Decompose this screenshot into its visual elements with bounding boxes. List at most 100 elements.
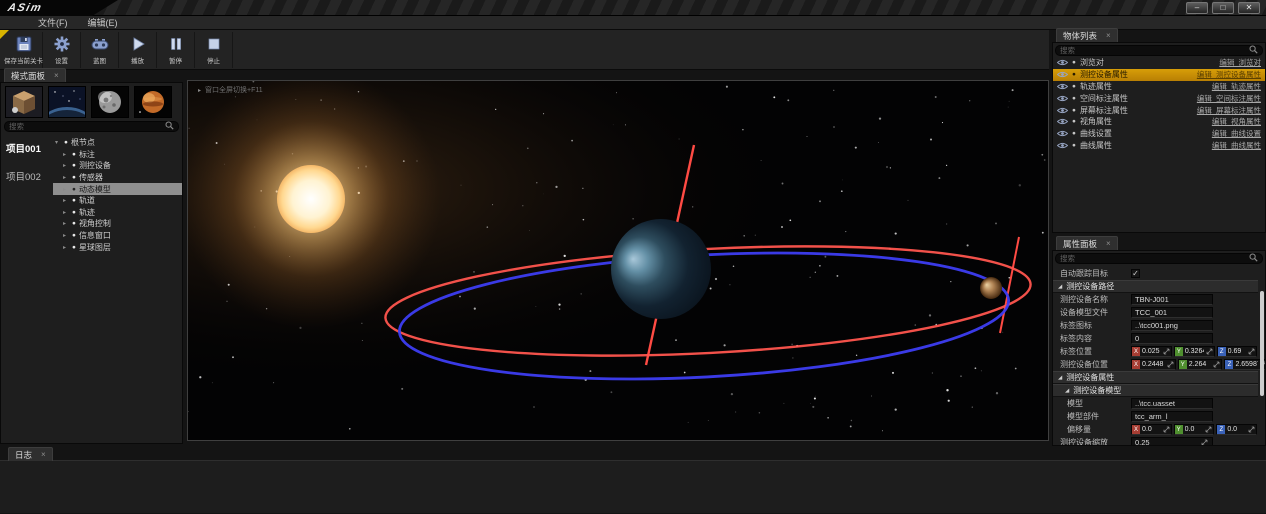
property-value-field[interactable]: ..\tcc.uasset (1131, 398, 1213, 409)
visibility-eye-icon[interactable] (1057, 118, 1068, 125)
object-edit-link[interactable]: 编辑_屏幕标注属性 (1197, 105, 1261, 116)
project-tab-0[interactable]: 项目001 (1, 138, 53, 166)
toolbar-button-label: 保存当前关卡 (4, 55, 43, 65)
play-icon (129, 33, 147, 55)
menu-edit[interactable]: 编辑(E) (88, 16, 118, 29)
project-tab-1[interactable]: 项目002 (1, 166, 53, 194)
object-row-2[interactable]: ●轨迹属性编辑_轨迹属性 (1053, 81, 1265, 93)
visibility-eye-icon[interactable] (1057, 59, 1068, 66)
tree-item-6[interactable]: ▸●视角控制 (53, 218, 182, 230)
property-section-9[interactable]: ◢测控设备模型 (1053, 384, 1258, 397)
tab-object-list[interactable]: 物体列表 × (1056, 28, 1118, 42)
toolbar-button-label: 播放 (131, 55, 144, 65)
menu-file[interactable]: 文件(F) (38, 16, 68, 29)
toolbar-button-pause[interactable]: 暂停 (157, 32, 195, 68)
properties-search-input[interactable]: 搜索 (1055, 253, 1263, 264)
tree-item-0[interactable]: ▸●标注 (53, 149, 182, 161)
object-row-4[interactable]: ●屏幕标注属性编辑_屏幕标注属性 (1053, 104, 1265, 116)
visibility-eye-icon[interactable] (1057, 142, 1068, 149)
vector-value: 2.264 (1189, 361, 1212, 368)
blueprint-gamepad-icon (90, 33, 110, 55)
object-row-6[interactable]: ●曲线设置编辑_曲线设置 (1053, 128, 1265, 140)
property-value-field[interactable]: 0.25 (1131, 437, 1213, 446)
vector-field-z[interactable]: Z0.0 (1216, 424, 1257, 435)
tree-item-8[interactable]: ▸●星球图层 (53, 241, 182, 253)
object-label: 轨迹属性 (1080, 81, 1208, 92)
object-row-0[interactable]: ●浏览对编辑_浏览对 (1053, 57, 1265, 69)
object-edit-link[interactable]: 编辑_轨迹属性 (1212, 81, 1261, 92)
tree-item-4[interactable]: ▸●轨道 (53, 195, 182, 207)
asteroid-thumbnail[interactable] (91, 86, 129, 118)
sky-thumbnail[interactable] (48, 86, 86, 118)
properties-tab-row: 属性面板 × (1056, 236, 1118, 250)
tab-mode-panel[interactable]: 模式面板 × (4, 68, 66, 82)
properties-scrollbar[interactable] (1260, 291, 1264, 396)
visibility-eye-icon[interactable] (1057, 71, 1068, 78)
box-thumbnail[interactable] (5, 86, 43, 118)
close-icon[interactable]: × (1106, 239, 1111, 248)
toolbar-button-stop[interactable]: 停止 (195, 32, 233, 68)
object-row-5[interactable]: ●视角属性编辑_视角属性 (1053, 116, 1265, 128)
settings-gear-icon (53, 33, 71, 55)
toolbar-button-play[interactable]: 播放 (119, 32, 157, 68)
tree-item-label: 传感器 (79, 172, 103, 183)
object-edit-link[interactable]: 编辑_视角属性 (1212, 116, 1261, 127)
object-label: 屏幕标注属性 (1080, 105, 1193, 116)
close-button[interactable]: ✕ (1238, 2, 1260, 14)
tree-item-7[interactable]: ▸●信息窗口 (53, 230, 182, 242)
checkbox[interactable]: ✓ (1131, 269, 1140, 278)
vector-field-y[interactable]: Y0.0 (1174, 424, 1215, 435)
object-edit-link[interactable]: 编辑_浏览对 (1219, 57, 1261, 68)
object-edit-link[interactable]: 编辑_测控设备属性 (1197, 69, 1261, 80)
object-edit-link[interactable]: 编辑_曲线属性 (1212, 140, 1261, 151)
property-label: 自动跟踪目标 (1053, 268, 1131, 279)
tab-log[interactable]: 日志 × (8, 447, 53, 461)
caret-collapsed-icon: ▸ (63, 151, 69, 158)
object-edit-link[interactable]: 编辑_曲线设置 (1212, 128, 1261, 139)
3d-viewport[interactable]: ▸ 窗口全屏切换+F11 (187, 80, 1049, 441)
object-list-search-input[interactable]: 搜索 (1055, 45, 1263, 56)
caret-collapsed-icon: ▸ (63, 197, 69, 204)
visibility-eye-icon[interactable] (1057, 107, 1068, 114)
close-icon[interactable]: × (54, 71, 59, 80)
toolbar-button-save-floppy[interactable]: 保存当前关卡 (5, 32, 43, 68)
toolbar-button-settings-gear[interactable]: 设置 (43, 32, 81, 68)
tab-properties[interactable]: 属性面板 × (1056, 236, 1118, 250)
visibility-eye-icon[interactable] (1057, 130, 1068, 137)
object-row-3[interactable]: ●空间标注属性编辑_空间标注属性 (1053, 92, 1265, 104)
toolbar-button-blueprint-gamepad[interactable]: 蓝图 (81, 32, 119, 68)
vector-field-y[interactable]: Y0.32645 (1174, 346, 1215, 357)
property-value-field[interactable]: ..\tcc001.png (1131, 320, 1213, 331)
object-row-1[interactable]: ●测控设备属性编辑_测控设备属性 (1053, 69, 1265, 81)
object-edit-link[interactable]: 编辑_空间标注属性 (1197, 93, 1261, 104)
property-value-field[interactable]: 0 (1131, 333, 1213, 344)
tree-item-root[interactable]: ▾●根节点 (53, 137, 182, 149)
close-icon[interactable]: × (41, 450, 46, 459)
vector-field-x[interactable]: X0.2448 (1131, 359, 1176, 370)
object-row-7[interactable]: ●曲线属性编辑_曲线属性 (1053, 140, 1265, 152)
tree-item-1[interactable]: ▸●测控设备 (53, 160, 182, 172)
visibility-eye-icon[interactable] (1057, 83, 1068, 90)
planet-thumbnail[interactable] (134, 86, 172, 118)
vector-field-z[interactable]: Z0.69 (1217, 346, 1258, 357)
property-value-field[interactable]: TBN-J001 (1131, 294, 1213, 305)
close-icon[interactable]: × (1106, 31, 1111, 40)
tree-item-2[interactable]: ▸●传感器 (53, 172, 182, 184)
tree-item-5[interactable]: ▸●轨迹 (53, 207, 182, 219)
property-section-1[interactable]: ◢测控设备路径 (1053, 280, 1258, 293)
minimize-button[interactable]: – (1186, 2, 1208, 14)
property-section-8[interactable]: ◢测控设备属性 (1053, 371, 1258, 384)
property-label: 偏移量 (1053, 424, 1131, 435)
vector-value: 0.0 (1142, 426, 1161, 433)
vector-field-x[interactable]: X0.025 (1131, 346, 1172, 357)
object-label: 曲线设置 (1080, 128, 1208, 139)
property-value-field[interactable]: tcc_arm_l (1131, 411, 1213, 422)
property-value-field[interactable]: TCC_001 (1131, 307, 1213, 318)
visibility-eye-icon[interactable] (1057, 95, 1068, 102)
mode-panel-search-input[interactable]: 搜索 (4, 121, 179, 132)
tree-item-3[interactable]: ▸●动态模型 (53, 183, 182, 195)
maximize-button[interactable]: □ (1212, 2, 1234, 14)
tab-properties-label: 属性面板 (1063, 238, 1097, 250)
vector-field-y[interactable]: Y2.264 (1178, 359, 1223, 370)
vector-field-x[interactable]: X0.0 (1131, 424, 1172, 435)
